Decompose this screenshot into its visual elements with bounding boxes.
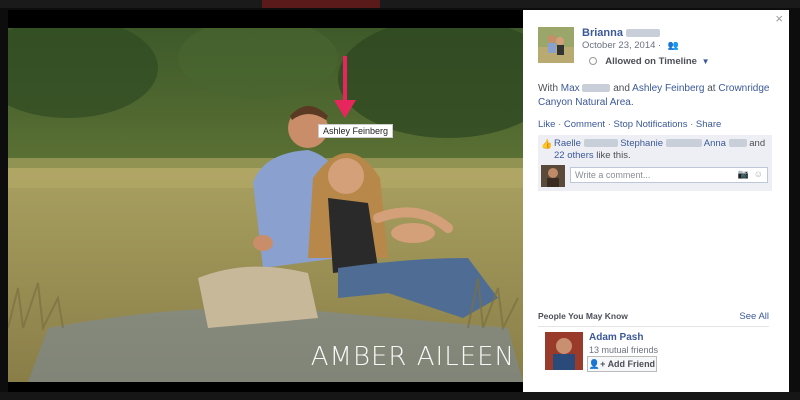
comment-input[interactable]: Write a comment... 📷 ☺ [570, 167, 768, 183]
tag-arrow-icon [334, 56, 356, 118]
chevron-down-icon[interactable]: ▼ [702, 57, 710, 66]
close-icon[interactable]: × [775, 11, 783, 26]
redacted-name [583, 139, 618, 148]
with-prefix: With [538, 83, 558, 94]
comment-action[interactable]: Comment [564, 119, 605, 130]
pymk-mutual-friends[interactable]: 13 mutual friends [589, 345, 658, 355]
author-name-link[interactable]: Brianna [582, 27, 661, 39]
with-end: . [630, 97, 634, 108]
photo-side-panel: × Brianna October 23, 2014 · 👥 Allowed o… [523, 10, 789, 392]
redacted-name [665, 139, 702, 148]
others-link[interactable]: 22 others [554, 150, 594, 161]
likes-suffix: like this. [596, 150, 631, 161]
post-date-line: October 23, 2014 · 👥 [582, 40, 679, 51]
redacted-name [728, 139, 747, 148]
friends-audience-icon[interactable]: 👥 [668, 40, 679, 50]
commenter-avatar [541, 165, 565, 187]
comment-placeholder: Write a comment... [575, 170, 651, 180]
photo-viewer[interactable]: AMBER AILEEN Ashley Feinberg [8, 10, 523, 392]
add-friend-label: Add Friend [607, 359, 656, 369]
liker-raelle[interactable]: Raelle [554, 138, 581, 149]
likes-comments-box: 👍 Raelle Stephanie Anna and 22 others li… [538, 135, 772, 191]
likes-and: and [749, 138, 766, 149]
emoji-icon[interactable]: ☺ [754, 169, 763, 179]
add-friend-button[interactable]: 👤+ Add Friend [587, 356, 657, 372]
post-date[interactable]: October 23, 2014 · [582, 40, 661, 51]
status-circle-icon [589, 57, 597, 66]
timeline-status-label: Allowed on Timeline [605, 56, 697, 67]
stop-notifications-action[interactable]: Stop Notifications [614, 119, 688, 130]
like-action[interactable]: Like [538, 119, 555, 130]
share-action[interactable]: Share [696, 119, 721, 130]
see-all-link[interactable]: See All [739, 311, 769, 322]
liker-stephanie[interactable]: Stephanie [620, 138, 663, 149]
pymk-thumbnail [545, 332, 583, 370]
photo-watermark: AMBER AILEEN [310, 342, 515, 372]
with-at: at [707, 83, 716, 94]
divider [538, 326, 769, 327]
add-friend-icon: 👤+ [588, 359, 606, 369]
pymk-name[interactable]: Adam Pash [589, 332, 643, 343]
tagged-person-ashley[interactable]: Ashley Feinberg [632, 83, 704, 94]
photo-tag-label[interactable]: Ashley Feinberg [318, 124, 394, 138]
redacted-name [582, 84, 611, 93]
author-name[interactable]: Brianna [582, 27, 623, 39]
author-avatar[interactable] [538, 27, 574, 63]
background-page [0, 0, 800, 8]
tagged-with-text: With Max and Ashley Feinberg at Crownrid… [538, 82, 778, 110]
background-header-hint [262, 0, 380, 8]
photo-scene [8, 28, 523, 382]
background-page-bottom [0, 392, 800, 400]
commenter-thumbnail [541, 165, 565, 187]
camera-icon[interactable]: 📷 [738, 169, 749, 180]
pymk-avatar[interactable] [545, 332, 583, 370]
likes-summary: Raelle Stephanie Anna and 22 others like… [554, 138, 769, 162]
photo-image[interactable]: AMBER AILEEN [8, 28, 523, 382]
timeline-status[interactable]: Allowed on Timeline ▼ [589, 56, 710, 67]
post-actions: Like · Comment · Stop Notifications · Sh… [538, 119, 722, 130]
with-and: and [613, 83, 630, 94]
avatar-thumbnail [538, 27, 574, 63]
redacted-name [626, 29, 661, 38]
tagged-person-max[interactable]: Max [561, 83, 580, 94]
thumbs-up-icon: 👍 [541, 139, 553, 149]
liker-anna[interactable]: Anna [704, 138, 726, 149]
pymk-header: People You May Know [538, 311, 628, 321]
